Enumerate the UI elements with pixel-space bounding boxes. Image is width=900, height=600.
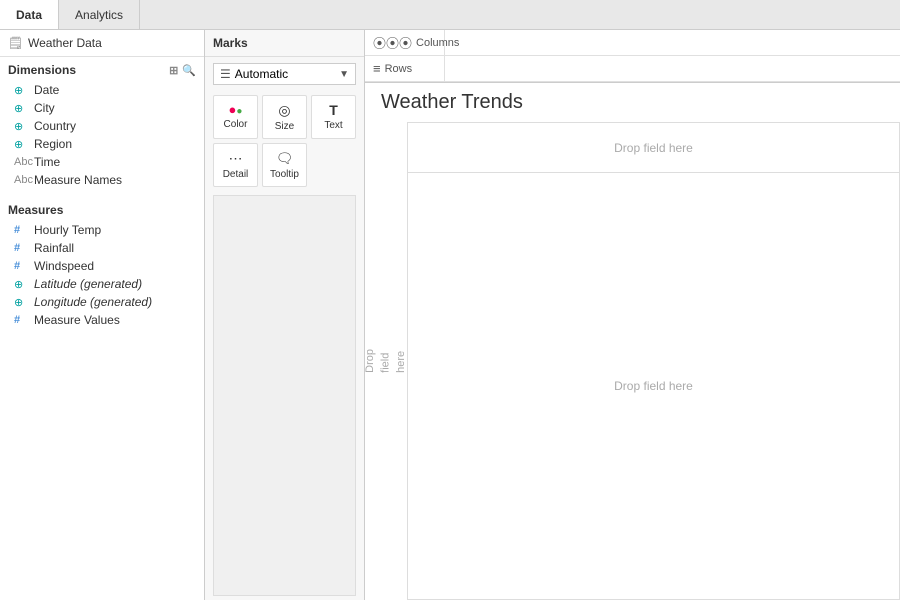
detail-icon: ⋯ bbox=[229, 150, 243, 167]
text-button[interactable]: T Text bbox=[311, 95, 356, 139]
left-panel: 🗒 Weather Data Dimensions ⊞ 🔍 ⊕ Date ⊕ C… bbox=[0, 30, 205, 600]
abc-icon: Abc bbox=[14, 156, 30, 168]
chart-area: Dropfieldhere Drop field here Drop field… bbox=[365, 122, 900, 600]
dimensions-title: Dimensions bbox=[8, 63, 76, 77]
dimensions-header: Dimensions ⊞ 🔍 bbox=[0, 57, 204, 81]
chevron-down-icon: ▼ bbox=[339, 69, 349, 80]
columns-row: ⦿⦿⦿ Columns bbox=[365, 30, 900, 56]
hash-icon: # bbox=[14, 314, 30, 326]
tab-data[interactable]: Data bbox=[0, 0, 59, 29]
globe-green-icon: ⊕ bbox=[14, 278, 30, 291]
marks-buttons-grid: ●● Color ◎ Size T Text ⋯ Detail 🗨 Toolti… bbox=[205, 91, 364, 191]
hash-icon: # bbox=[14, 242, 30, 254]
text-icon: T bbox=[329, 102, 338, 118]
marks-title: Marks bbox=[205, 30, 364, 57]
marks-type-dropdown[interactable]: ☰ Automatic ▼ bbox=[213, 63, 356, 85]
data-source-name: Weather Data bbox=[28, 36, 102, 50]
size-icon: ◎ bbox=[278, 102, 290, 119]
abc-icon: Abc bbox=[14, 174, 30, 186]
field-region[interactable]: ⊕ Region bbox=[0, 135, 204, 153]
tab-analytics[interactable]: Analytics bbox=[59, 0, 140, 29]
globe-icon: ⊕ bbox=[14, 102, 30, 115]
globe-green-icon: ⊕ bbox=[14, 296, 30, 309]
field-date[interactable]: ⊕ Date bbox=[0, 81, 204, 99]
rows-label: ≡ Rows bbox=[365, 56, 445, 81]
size-button[interactable]: ◎ Size bbox=[262, 95, 307, 139]
chart-top-drop-zone[interactable]: Drop field here bbox=[408, 123, 899, 173]
chart-left-drop-label: Dropfieldhere bbox=[365, 122, 407, 600]
database-icon: 🗒 bbox=[8, 36, 22, 50]
globe-icon: ⊕ bbox=[14, 138, 30, 151]
globe-icon: ⊕ bbox=[14, 120, 30, 133]
field-windspeed[interactable]: # Windspeed bbox=[0, 257, 204, 275]
rows-row: ≡ Rows bbox=[365, 56, 900, 82]
chart-main[interactable]: Drop field here Drop field here bbox=[407, 122, 900, 600]
canvas-header: ⦿⦿⦿ Columns ≡ Rows bbox=[365, 30, 900, 83]
drop-field-center-text: Drop field here bbox=[614, 379, 693, 393]
columns-label: ⦿⦿⦿ Columns bbox=[365, 30, 445, 55]
measures-header: Measures bbox=[0, 197, 204, 221]
section-divider bbox=[0, 189, 204, 197]
data-source-row[interactable]: 🗒 Weather Data bbox=[0, 30, 204, 57]
field-rainfall[interactable]: # Rainfall bbox=[0, 239, 204, 257]
tooltip-button[interactable]: 🗨 Tooltip bbox=[262, 143, 307, 187]
marks-panel: Marks ☰ Automatic ▼ ●● Color ◎ Size T Te… bbox=[205, 30, 365, 600]
field-measure-names[interactable]: Abc Measure Names bbox=[0, 171, 204, 189]
field-hourly-temp[interactable]: # Hourly Temp bbox=[0, 221, 204, 239]
hash-icon: # bbox=[14, 260, 30, 272]
grid-icon[interactable]: ⊞ bbox=[169, 64, 178, 77]
field-city[interactable]: ⊕ City bbox=[0, 99, 204, 117]
chart-title: Weather Trends bbox=[365, 83, 900, 122]
rows-icon: ≡ bbox=[373, 61, 381, 76]
columns-icon: ⦿⦿⦿ bbox=[373, 33, 412, 52]
canvas-panel: ⦿⦿⦿ Columns ≡ Rows Weather Trends Dropfi… bbox=[365, 30, 900, 600]
chart-bottom-drop-zone[interactable]: Drop field here bbox=[408, 173, 899, 599]
top-tabs: Data Analytics bbox=[0, 0, 900, 30]
measures-title: Measures bbox=[8, 203, 63, 217]
dimensions-header-icons: ⊞ 🔍 bbox=[169, 64, 196, 77]
detail-button[interactable]: ⋯ Detail bbox=[213, 143, 258, 187]
field-measure-values[interactable]: # Measure Values bbox=[0, 311, 204, 329]
globe-icon: ⊕ bbox=[14, 84, 30, 97]
main-area: 🗒 Weather Data Dimensions ⊞ 🔍 ⊕ Date ⊕ C… bbox=[0, 30, 900, 600]
color-dots-icon: ●● bbox=[229, 102, 243, 117]
color-button[interactable]: ●● Color bbox=[213, 95, 258, 139]
marks-dropdown-value: Automatic bbox=[235, 67, 288, 81]
marks-empty-area bbox=[213, 195, 356, 596]
tooltip-icon: 🗨 bbox=[276, 150, 294, 167]
field-time[interactable]: Abc Time bbox=[0, 153, 204, 171]
search-icon[interactable]: 🔍 bbox=[182, 64, 196, 77]
drop-field-left-text: Dropfieldhere bbox=[363, 349, 409, 373]
hash-icon: # bbox=[14, 224, 30, 236]
field-longitude[interactable]: ⊕ Longitude (generated) bbox=[0, 293, 204, 311]
field-latitude[interactable]: ⊕ Latitude (generated) bbox=[0, 275, 204, 293]
automatic-mark-icon: ☰ bbox=[220, 67, 231, 81]
drop-field-top-text: Drop field here bbox=[614, 141, 693, 155]
field-country[interactable]: ⊕ Country bbox=[0, 117, 204, 135]
